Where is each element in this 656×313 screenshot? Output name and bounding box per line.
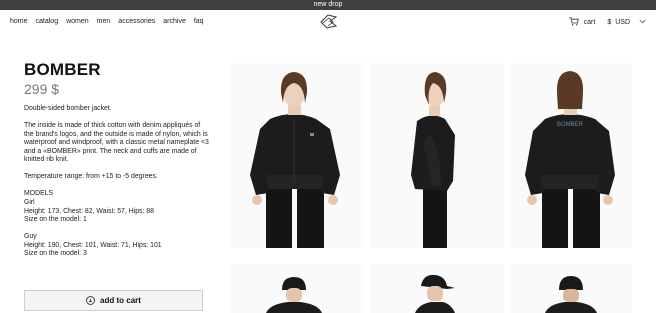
product-title: BOMBER — [24, 60, 101, 79]
currency-selector[interactable]: $ USD — [607, 19, 646, 26]
nav-item-catalog[interactable]: catalog — [36, 18, 59, 25]
currency-label: USD — [615, 19, 630, 26]
product-description: Double-sided bomber jacket. The inside i… — [24, 105, 209, 259]
cart-icon — [569, 17, 579, 28]
nav-item-men[interactable]: men — [97, 18, 111, 25]
add-to-cart-label: add to cart — [100, 296, 141, 305]
product-subtitle: Double-sided bomber jacket. — [24, 105, 112, 112]
product-materials: The inside is made of thick cotton with … — [24, 121, 209, 164]
product-price: 299 $ — [24, 81, 60, 97]
models-heading: MODELS — [24, 190, 54, 198]
product-photo-front[interactable] — [230, 63, 364, 248]
banner-text: new drop — [313, 1, 343, 8]
cart-link[interactable]: cart — [569, 17, 596, 28]
nav-item-faq[interactable]: faq — [194, 18, 204, 25]
chevron-down-icon — [639, 19, 646, 26]
product-photo-back[interactable]: BOMBER — [511, 63, 632, 248]
temperature-range: Temperature range: from +15 to -5 degree… — [24, 173, 158, 181]
product-photo-guy-back[interactable] — [511, 264, 632, 313]
nav-item-accessories[interactable]: accessories — [118, 18, 155, 25]
logo-icon[interactable] — [319, 13, 338, 30]
main-nav: home catalog women men accessories archi… — [10, 18, 204, 25]
model-guy-size: Size on the model: 3 — [24, 250, 87, 258]
product-photo-guy-side[interactable] — [371, 264, 504, 313]
nav-item-women[interactable]: women — [66, 18, 89, 25]
add-to-cart-button[interactable]: add to cart — [24, 290, 203, 311]
product-photo-guy-front[interactable] — [230, 264, 364, 313]
product-photo-side[interactable] — [371, 63, 504, 248]
announcement-banner[interactable]: new drop — [0, 0, 656, 10]
plus-circle-icon — [86, 296, 96, 305]
nav-item-home[interactable]: home — [10, 18, 28, 25]
model-girl-size: Size on the model: 1 — [24, 216, 87, 224]
nav-item-archive[interactable]: archive — [163, 18, 186, 25]
jacket-print-text: BOMBER — [557, 122, 584, 128]
cart-label: cart — [583, 19, 596, 26]
model-guy-name: Guy — [24, 233, 37, 241]
model-girl-name: Girl — [24, 198, 35, 206]
dollar-icon: $ — [607, 19, 612, 26]
model-girl-measurements: Height: 173, Chest: 82, Waist: 57, Hips:… — [24, 207, 154, 215]
header-actions: cart $ USD — [569, 17, 646, 28]
model-guy-measurements: Height: 190, Chest: 101, Waist: 71, Hips… — [24, 241, 162, 249]
